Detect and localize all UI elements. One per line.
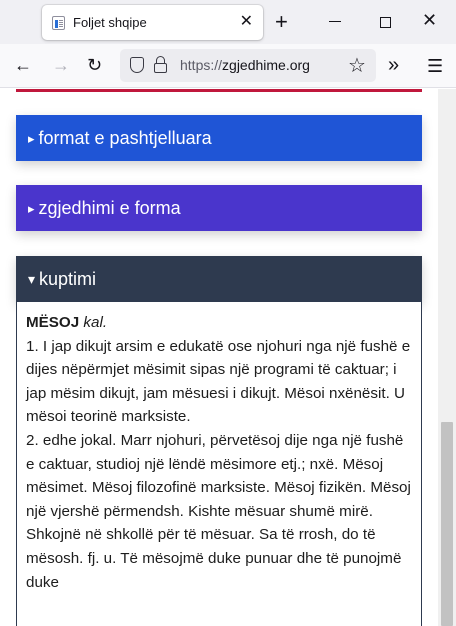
section-label: kuptimi (39, 269, 97, 289)
part-of-speech: kal. (83, 314, 108, 331)
definition-1: 1. I jap dikujt arsim e edukatë ose njoh… (26, 337, 411, 426)
headword: MËSOJ (26, 314, 80, 331)
address-bar[interactable]: https://zgjedhime.org (120, 49, 376, 82)
url-scheme: https:// (180, 57, 223, 73)
bookmark-star-icon[interactable]: ☆ (348, 56, 366, 76)
back-button[interactable]: ← (14, 52, 32, 78)
url-host: zgjedhime.org (222, 57, 310, 73)
tracking-protection-shield-icon[interactable] (130, 57, 144, 73)
close-tab-icon[interactable]: ✕ (240, 12, 253, 32)
tab-strip: Foljet shqipe ✕ + ✕ (0, 0, 456, 44)
expand-arrow-icon: ▸ (28, 131, 35, 146)
definition-2: 2. edhe jokal. Marr njohuri, përvetësoj … (26, 431, 411, 591)
vertical-scrollbar[interactable] (438, 89, 456, 626)
previous-section-edge (16, 89, 422, 92)
tab-title: Foljet shqipe (73, 15, 147, 30)
section-kuptimi[interactable]: ▾ kuptimi (16, 256, 422, 302)
section-label: zgjedhimi e forma (38, 198, 181, 218)
maximize-window-button[interactable] (380, 17, 391, 28)
new-tab-button[interactable]: + (275, 9, 288, 35)
browser-tab[interactable]: Foljet shqipe ✕ (42, 5, 263, 40)
section-format-e-pashtjelluara[interactable]: ▸ format e pashtjelluara (16, 115, 422, 161)
overflow-menu-icon[interactable]: » (388, 54, 399, 76)
padlock-icon[interactable] (154, 56, 167, 73)
reload-button[interactable]: ↻ (87, 52, 102, 78)
collapse-arrow-icon: ▾ (28, 271, 36, 287)
page-viewport: ▸ format e pashtjelluara ▸ zgjedhimi e for… (0, 89, 438, 626)
section-label: format e pashtjelluara (38, 128, 212, 148)
entry-heading: MËSOJ kal. (26, 311, 413, 335)
forward-button[interactable]: → (52, 52, 70, 78)
navigation-toolbar: ← → ↻ https://zgjedhime.org ☆ » ☰ (0, 44, 456, 88)
minimize-window-button[interactable] (326, 10, 346, 30)
expand-arrow-icon: ▸ (28, 201, 35, 216)
section-zgjedhimi-e-forma[interactable]: ▸ zgjedhimi e forma (16, 185, 422, 231)
hamburger-menu-icon[interactable]: ☰ (427, 56, 443, 76)
close-window-button[interactable]: ✕ (422, 8, 437, 32)
definition-panel: MËSOJ kal. 1. I jap dikujt arsim e eduka… (16, 302, 422, 626)
scrollbar-thumb[interactable] (441, 422, 453, 626)
page-favicon-icon (52, 16, 65, 30)
url-text[interactable]: https://zgjedhime.org (180, 57, 310, 73)
